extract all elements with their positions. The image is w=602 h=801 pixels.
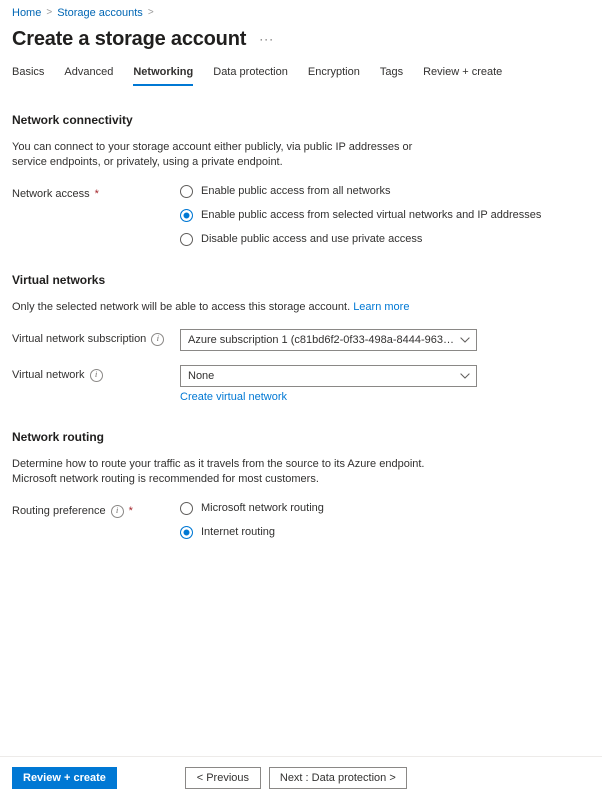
radio-mark-icon	[180, 208, 193, 222]
field-control-virtual-network-subscription: Azure subscription 1 (c81bd6f2-0f33-498a…	[180, 329, 590, 351]
field-label-routing-preference: Routing preference i *	[12, 501, 180, 519]
radio-label: Enable public access from selected virtu…	[201, 209, 542, 221]
breadcrumb-separator-icon: >	[46, 7, 53, 18]
chevron-down-icon	[460, 373, 470, 379]
info-icon[interactable]: i	[151, 332, 165, 346]
wizard-tabs: Basics Advanced Networking Data protecti…	[12, 64, 590, 86]
virtual-network-select[interactable]: None	[180, 365, 477, 387]
radio-mark-icon	[180, 232, 193, 246]
create-virtual-network-link[interactable]: Create virtual network	[180, 391, 287, 403]
section-description-virtual-networks: Only the selected network will be able t…	[12, 300, 450, 315]
radio-label: Enable public access from all networks	[201, 185, 391, 197]
info-icon[interactable]: i	[110, 504, 124, 518]
radio-label: Internet routing	[201, 526, 275, 538]
field-control-routing-preference: Microsoft network routing Internet routi…	[180, 501, 590, 539]
field-label-network-access: Network access *	[12, 184, 180, 202]
radio-label: Microsoft network routing	[201, 502, 324, 514]
section-description-network-connectivity: You can connect to your storage account …	[12, 141, 413, 168]
virtual-network-subscription-label-text: Virtual network subscription	[12, 333, 147, 345]
virtual-network-subscription-select[interactable]: Azure subscription 1 (c81bd6f2-0f33-498a…	[180, 329, 477, 351]
virtual-network-label-text: Virtual network	[12, 369, 85, 381]
required-indicator: *	[128, 505, 133, 517]
radio-mark-icon	[180, 525, 193, 539]
select-value: None	[188, 370, 215, 382]
chevron-down-icon	[460, 337, 470, 343]
radio-label: Disable public access and use private ac…	[201, 233, 423, 245]
page-title: Create a storage account	[12, 28, 247, 50]
radio-mark-icon	[180, 501, 193, 515]
routing-preference-label-text: Routing preference	[12, 505, 106, 517]
radio-group-routing-preference: Microsoft network routing Internet routi…	[180, 501, 590, 539]
virtual-networks-description-text: Only the selected network will be able t…	[12, 301, 351, 313]
field-routing-preference: Routing preference i * Microsoft network…	[12, 501, 590, 539]
section-heading-network-routing: Network routing	[12, 430, 104, 444]
page-content: Home > Storage accounts > Create a stora…	[0, 0, 602, 756]
select-value: Azure subscription 1 (c81bd6f2-0f33-498a…	[188, 334, 454, 346]
field-virtual-network: Virtual network i None Create virtual ne…	[12, 365, 590, 403]
radio-mark-icon	[180, 184, 193, 198]
previous-button[interactable]: < Previous	[184, 767, 261, 789]
next-button[interactable]: Next : Data protection >	[268, 767, 407, 789]
title-row: Create a storage account ···	[12, 26, 590, 52]
radio-group-network-access: Enable public access from all networks E…	[180, 184, 590, 246]
required-indicator: *	[94, 188, 99, 200]
network-access-label-text: Network access	[12, 188, 90, 200]
field-label-virtual-network: Virtual network i	[12, 365, 180, 383]
breadcrumb-separator-icon: >	[147, 7, 154, 18]
create-storage-account-page: Home > Storage accounts > Create a stora…	[0, 0, 602, 801]
radio-disable-public-access[interactable]: Disable public access and use private ac…	[180, 232, 590, 246]
field-label-virtual-network-subscription: Virtual network subscription i	[12, 329, 180, 347]
section-description-network-routing: Determine how to route your traffic as i…	[12, 458, 425, 485]
radio-enable-public-all-networks[interactable]: Enable public access from all networks	[180, 184, 590, 198]
tab-tags[interactable]: Tags	[380, 65, 403, 86]
radio-microsoft-network-routing[interactable]: Microsoft network routing	[180, 501, 590, 515]
field-network-access: Network access * Enable public access fr…	[12, 184, 590, 246]
radio-enable-public-selected-networks[interactable]: Enable public access from selected virtu…	[180, 208, 590, 222]
tab-review-create[interactable]: Review + create	[423, 65, 502, 86]
tab-advanced[interactable]: Advanced	[64, 65, 113, 86]
field-control-virtual-network: None Create virtual network	[180, 365, 590, 403]
breadcrumb-item-storage-accounts[interactable]: Storage accounts	[57, 6, 143, 20]
learn-more-link[interactable]: Learn more	[353, 301, 409, 313]
review-create-button[interactable]: Review + create	[12, 767, 117, 789]
field-control-network-access: Enable public access from all networks E…	[180, 184, 590, 246]
wizard-footer: Review + create < Previous Next : Data p…	[0, 756, 602, 801]
tab-networking[interactable]: Networking	[133, 65, 194, 86]
tab-encryption[interactable]: Encryption	[308, 65, 360, 86]
field-virtual-network-subscription: Virtual network subscription i Azure sub…	[12, 329, 590, 351]
info-icon[interactable]: i	[89, 368, 103, 382]
overflow-menu-icon[interactable]: ···	[256, 32, 277, 46]
section-heading-network-connectivity: Network connectivity	[12, 113, 133, 127]
radio-internet-routing[interactable]: Internet routing	[180, 525, 590, 539]
breadcrumb-item-home[interactable]: Home	[12, 6, 41, 20]
tab-basics[interactable]: Basics	[12, 65, 44, 86]
breadcrumb: Home > Storage accounts >	[12, 0, 590, 20]
section-heading-virtual-networks: Virtual networks	[12, 273, 106, 287]
tab-data-protection[interactable]: Data protection	[213, 65, 288, 86]
